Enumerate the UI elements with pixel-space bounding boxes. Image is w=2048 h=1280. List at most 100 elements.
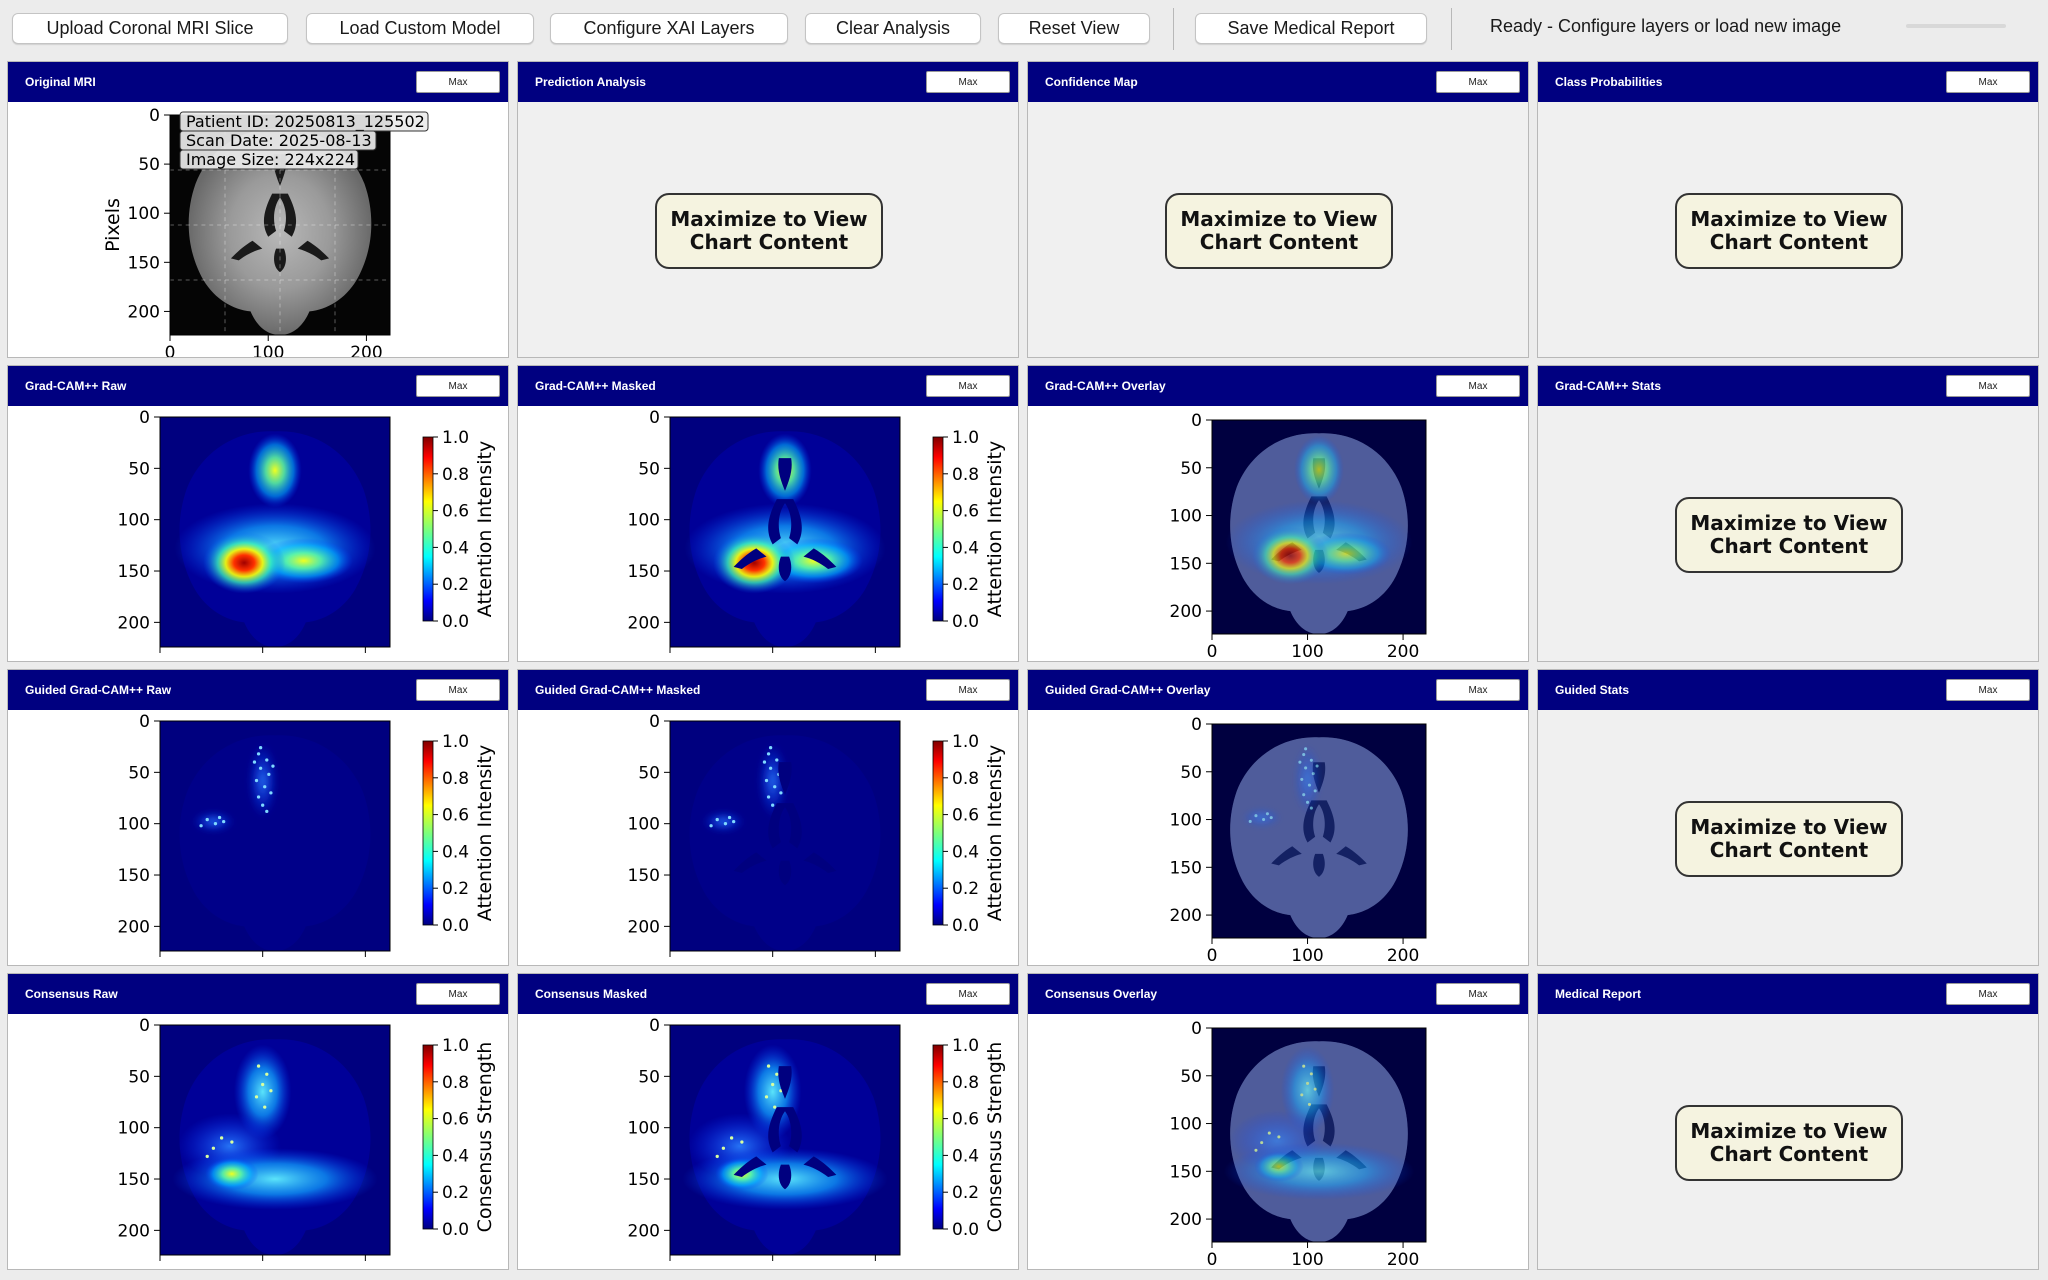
attention-speck [1298, 760, 1302, 764]
overlay-image [1212, 724, 1426, 938]
x-tick-label: 200 [1387, 946, 1419, 965]
x-tick-label: 0 [1207, 642, 1218, 661]
attention-speck [267, 772, 271, 777]
clear-analysis-button[interactable]: Clear Analysis [805, 13, 981, 44]
attention-speck [1315, 764, 1319, 768]
panel-body: Maximize to View Chart Content [1028, 102, 1528, 357]
y-tick-label: 100 [628, 1119, 660, 1139]
maximize-button[interactable]: Max [1946, 679, 2030, 701]
maximize-button[interactable]: Max [1436, 983, 1520, 1005]
attention-speck [265, 809, 269, 813]
maximize-button[interactable]: Max [1436, 375, 1520, 397]
panel-title: Consensus Raw [25, 987, 118, 1001]
colorbar [422, 436, 434, 622]
annotation-line: Image Size: 224x224 [186, 150, 355, 169]
maximize-button[interactable]: Max [1946, 983, 2030, 1005]
attention-speck [1311, 772, 1315, 776]
reset-view-button[interactable]: Reset View [998, 13, 1150, 44]
panel-header: Guided Grad-CAM++ Masked Max [518, 670, 1018, 710]
attention-speck [1302, 793, 1306, 797]
maximize-button[interactable]: Max [416, 679, 500, 701]
panel-plot: 0 50 100 150 200 0 100 200 [1170, 715, 1427, 965]
panel-title: Guided Stats [1555, 683, 1630, 697]
colorbar [932, 436, 944, 622]
x-tick-label: 200 [1387, 642, 1419, 661]
maximize-button[interactable]: Max [1946, 375, 2030, 397]
y-tick-label: 0 [149, 106, 160, 126]
y-tick-label: 0 [1191, 715, 1202, 735]
panel-plot: 0 50 100 150 200 0.0 0.2 0.4 0.6 0.8 1.0Attention … [628, 408, 1006, 653]
heatmap-image [670, 417, 900, 647]
panel-consensus-masked: Consensus Masked Max 0 50 100 150 200 0.0 0.2 0.4… [517, 973, 1019, 1270]
y-tick-label: 50 [638, 763, 660, 783]
maximize-to-view-message[interactable]: Maximize to View Chart Content [1675, 1105, 1903, 1181]
attention-speck [1306, 800, 1310, 804]
y-tick-label: 100 [118, 511, 150, 531]
maximize-to-view-message[interactable]: Maximize to View Chart Content [1675, 801, 1903, 877]
panel-plot: 0 50 100 150 200 0.0 0.2 0.4 0.6 0.8 1.0 Consensus … [118, 1016, 496, 1261]
attention-speck [727, 815, 732, 820]
maximize-button[interactable]: Max [1946, 71, 2030, 93]
upload-mri-button[interactable]: Upload Coronal MRI Slice [12, 13, 288, 44]
load-model-button[interactable]: Load Custom Model [306, 13, 534, 44]
colorbar-tick-label: 0.8 [952, 769, 979, 789]
colorbar-label: Consensus Strength [984, 1042, 1006, 1233]
panel-body: 0 50 100 150 200 0 100 200 [1028, 406, 1528, 661]
maximize-to-view-message[interactable]: Maximize to View Chart Content [1675, 193, 1903, 269]
configure-xai-button[interactable]: Configure XAI Layers [550, 13, 788, 44]
colorbar-tick-label: 0.2 [952, 575, 979, 595]
consensus-speck [1260, 1141, 1264, 1145]
y-tick-label: 200 [118, 917, 150, 937]
attention-speck [271, 764, 275, 768]
y-tick-label: 100 [118, 815, 150, 835]
maximize-to-view-message[interactable]: Maximize to View Chart Content [1675, 497, 1903, 573]
maximize-to-view-message[interactable]: Maximize to View Chart Content [1165, 193, 1393, 269]
maximize-button[interactable]: Max [1436, 71, 1520, 93]
attention-speck [222, 819, 226, 824]
consensus-speck [219, 1136, 224, 1140]
y-tick-label: 100 [1170, 1115, 1202, 1135]
maximize-button[interactable]: Max [926, 679, 1010, 701]
y-tick-label: 100 [1170, 811, 1202, 831]
maximize-button[interactable]: Max [416, 983, 500, 1005]
colorbar-tick-label: 0.4 [442, 538, 469, 558]
maximize-button[interactable]: Max [416, 71, 500, 93]
maximize-button[interactable]: Max [926, 71, 1010, 93]
colorbar [422, 740, 434, 926]
y-tick-label: 200 [1170, 906, 1202, 926]
colorbar-tick-label: 0.8 [952, 1073, 979, 1093]
y-tick-label: 50 [1180, 1067, 1202, 1087]
attention-speck [258, 766, 263, 770]
toolbar: Upload Coronal MRI Slice Load Custom Mod… [0, 0, 2048, 56]
consensus-speck [1306, 1081, 1310, 1085]
maximize-button[interactable]: Max [416, 375, 500, 397]
panel-body: 0 50 100 150 200 0 100 200 [1028, 1014, 1528, 1269]
attention-speck [771, 803, 775, 807]
y-tick-label: 50 [128, 459, 150, 479]
maximize-button[interactable]: Max [926, 983, 1010, 1005]
consensus-speck [766, 1064, 771, 1068]
panel-grad-cam-stats: Grad-CAM++ Stats Max Maximize to View Char… [1537, 365, 2039, 662]
panel-header: Grad-CAM++ Raw Max [8, 366, 508, 406]
panel-body: 0 50 100 150 200 0.0 0.2 0.4 0.6 0.8 1.0 Consensus … [8, 1014, 508, 1269]
save-report-button[interactable]: Save Medical Report [1195, 13, 1427, 44]
attention-blob-superior [1294, 435, 1344, 505]
attention-speck [1265, 812, 1269, 816]
consensus-speck [205, 1154, 209, 1159]
attention-blob-hotspot [203, 532, 286, 594]
panel-title: Grad-CAM++ Stats [1555, 379, 1662, 393]
maximize-button[interactable]: Max [926, 375, 1010, 397]
y-tick-label: 150 [128, 253, 160, 273]
panel-title: Guided Grad-CAM++ Masked [535, 683, 701, 697]
attention-speck [252, 760, 257, 764]
consensus-speck [771, 1082, 775, 1087]
attention-speck [256, 795, 261, 799]
consensus-speck [1302, 1064, 1306, 1068]
panel-plot: 0 50 100 150 200 0.0 0.2 0.4 0.6 0.8 1.0Attention … [118, 408, 496, 653]
maximize-to-view-message[interactable]: Maximize to View Chart Content [655, 193, 883, 269]
y-tick-label: 150 [628, 1170, 660, 1190]
y-tick-label: 100 [1170, 507, 1202, 527]
consensus-blob-hotspot [1254, 1151, 1304, 1182]
maximize-button[interactable]: Max [1436, 679, 1520, 701]
y-tick-label: 50 [128, 1067, 150, 1087]
